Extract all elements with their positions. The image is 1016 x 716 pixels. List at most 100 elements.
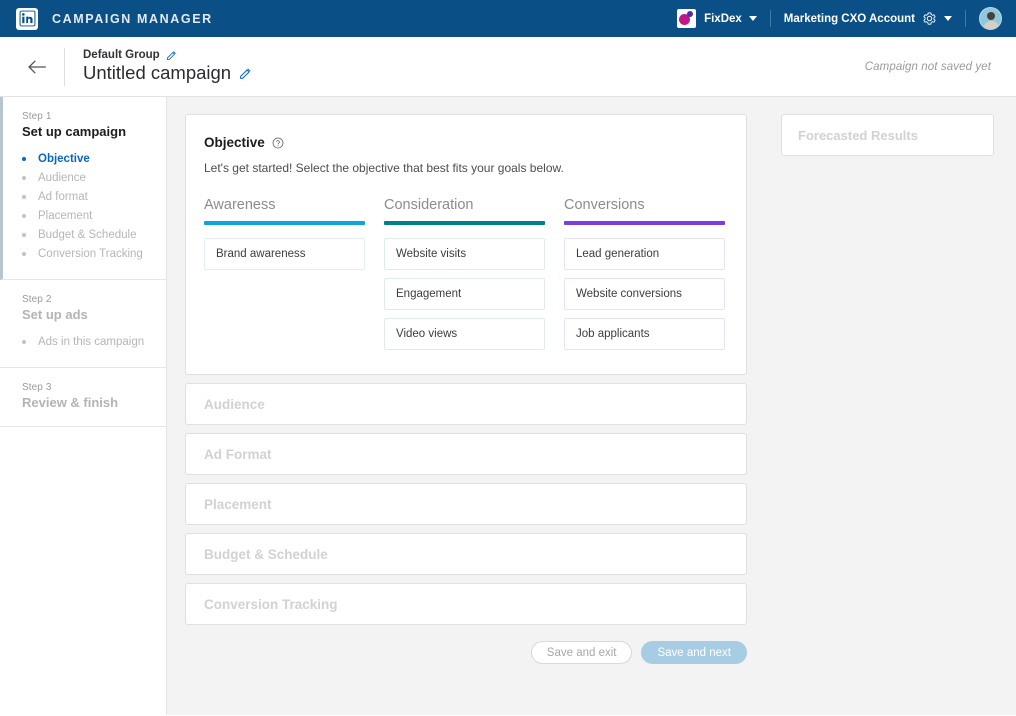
sidebar-item-objective[interactable]: Objective xyxy=(22,149,166,168)
sidebar-step-3[interactable]: Step 3 Review & finish xyxy=(0,368,166,427)
right-panel: Forecasted Results xyxy=(766,97,1016,715)
sidebar-item-label: Ads in this campaign xyxy=(38,335,145,348)
gear-icon[interactable] xyxy=(922,11,937,26)
title-block: Default Group Untitled campaign xyxy=(83,49,252,84)
objective-column-conversions: Conversions Lead generation Website conv… xyxy=(564,197,725,350)
main-content: Objective Let's get started! Select the … xyxy=(167,97,766,715)
column-accent-bar-conversions xyxy=(564,221,725,225)
objective-option-job-applicants[interactable]: Job applicants xyxy=(564,318,725,350)
step-2-title: Set up ads xyxy=(22,307,88,322)
save-and-exit-button[interactable]: Save and exit xyxy=(530,641,633,664)
sidebar-item-label: Budget & Schedule xyxy=(38,228,137,241)
group-edit-pencil-icon[interactable] xyxy=(166,50,177,61)
objective-column-awareness: Awareness Brand awareness xyxy=(204,197,365,350)
account-chevron-down-icon[interactable] xyxy=(944,16,952,21)
section-ad-format[interactable]: Ad Format xyxy=(185,433,747,475)
objective-option-lead-generation[interactable]: Lead generation xyxy=(564,238,725,270)
objective-title: Objective xyxy=(204,135,265,150)
action-buttons: Save and exit Save and next xyxy=(185,641,747,664)
column-title-consideration: Consideration xyxy=(384,197,474,213)
save-status-text: Campaign not saved yet xyxy=(864,60,991,73)
option-label: Website conversions xyxy=(576,288,682,300)
header-right-cluster: FixDex Marketing CXO Account xyxy=(677,0,1002,37)
sidebar-item-label: Ad format xyxy=(38,190,88,203)
sidebar-item-label: Conversion Tracking xyxy=(38,247,143,260)
forecasted-results-title: Forecasted Results xyxy=(798,127,918,143)
bullet-icon xyxy=(22,175,26,180)
option-label: Engagement xyxy=(396,288,462,300)
save-and-next-button[interactable]: Save and next xyxy=(641,641,747,664)
header-divider xyxy=(769,10,771,27)
objective-option-website-conversions[interactable]: Website conversions xyxy=(564,278,725,310)
section-conversion-tracking[interactable]: Conversion Tracking xyxy=(185,583,747,625)
objective-columns: Awareness Brand awareness Consideration … xyxy=(204,197,728,350)
brand-selector-label[interactable]: FixDex xyxy=(704,13,742,25)
chevron-down-icon[interactable] xyxy=(748,16,757,21)
column-title-conversions: Conversions xyxy=(564,197,645,213)
objective-column-consideration: Consideration Website visits Engagement … xyxy=(384,197,545,350)
objective-option-engagement[interactable]: Engagement xyxy=(384,278,545,310)
column-accent-bar-consideration xyxy=(384,221,545,225)
app-header: CAMPAIGN MANAGER FixDex Marketing CXO Ac… xyxy=(0,0,1016,37)
linkedin-logo-icon[interactable] xyxy=(16,7,38,30)
forecasted-results-panel[interactable]: Forecasted Results xyxy=(781,114,994,156)
help-circle-icon[interactable] xyxy=(272,137,284,149)
bullet-icon xyxy=(22,232,26,237)
option-label: Website visits xyxy=(396,248,467,260)
sidebar-item-budget-schedule[interactable]: Budget & Schedule xyxy=(22,225,166,244)
objective-option-brand-awareness[interactable]: Brand awareness xyxy=(204,238,365,270)
back-arrow-icon[interactable] xyxy=(20,50,54,84)
bullet-icon xyxy=(22,339,26,344)
sidebar-item-label: Objective xyxy=(38,152,90,165)
sidebar-item-conversion-tracking[interactable]: Conversion Tracking xyxy=(22,244,166,263)
sidebar-item-label: Audience xyxy=(38,171,86,184)
objective-option-website-visits[interactable]: Website visits xyxy=(384,238,545,270)
bullet-icon xyxy=(22,194,26,199)
sidebar-item-label: Placement xyxy=(38,209,93,222)
page-body: Step 1 Set up campaign Objective Audienc… xyxy=(0,97,1016,715)
section-title: Audience xyxy=(204,396,265,412)
title-divider xyxy=(64,47,65,86)
bullet-icon xyxy=(22,156,26,161)
sidebar-item-ad-format[interactable]: Ad format xyxy=(22,187,166,206)
sidebar-step-2[interactable]: Step 2 Set up ads Ads in this campaign xyxy=(0,280,166,368)
step-1-number: Step 1 xyxy=(22,111,52,122)
section-audience[interactable]: Audience xyxy=(185,383,747,425)
sidebar-item-placement[interactable]: Placement xyxy=(22,206,166,225)
bullet-icon xyxy=(22,213,26,218)
option-label: Brand awareness xyxy=(216,248,306,260)
objective-card: Objective Let's get started! Select the … xyxy=(185,114,747,375)
objective-header: Objective xyxy=(204,135,728,150)
campaign-group-row: Default Group xyxy=(83,49,252,61)
sidebar-item-ads-in-campaign[interactable]: Ads in this campaign xyxy=(22,332,166,351)
objective-option-video-views[interactable]: Video views xyxy=(384,318,545,350)
option-label: Video views xyxy=(396,328,458,340)
bullet-icon xyxy=(22,251,26,256)
account-selector-label[interactable]: Marketing CXO Account xyxy=(784,13,915,25)
campaign-edit-pencil-icon[interactable] xyxy=(239,67,252,80)
column-title-awareness: Awareness xyxy=(204,197,276,213)
campaign-name-row: Untitled campaign xyxy=(83,62,252,84)
product-name: CAMPAIGN MANAGER xyxy=(52,11,213,26)
fixdex-logo-icon[interactable] xyxy=(677,9,697,28)
section-budget-schedule[interactable]: Budget & Schedule xyxy=(185,533,747,575)
step-1-title: Set up campaign xyxy=(22,124,127,139)
section-title: Ad Format xyxy=(204,446,272,462)
option-label: Job applicants xyxy=(576,328,650,340)
steps-sidebar: Step 1 Set up campaign Objective Audienc… xyxy=(0,97,167,715)
sidebar-step-1[interactable]: Step 1 Set up campaign Objective Audienc… xyxy=(0,97,166,280)
step-3-title: Review & finish xyxy=(22,395,119,410)
campaign-title-bar: Default Group Untitled campaign Campaign… xyxy=(0,37,1016,97)
option-label: Lead generation xyxy=(576,248,660,260)
step-3-number: Step 3 xyxy=(22,382,52,393)
section-title: Conversion Tracking xyxy=(204,596,338,612)
campaign-group-name: Default Group xyxy=(83,49,160,61)
page-title: Untitled campaign xyxy=(83,62,232,83)
header-divider-2 xyxy=(965,10,966,27)
avatar[interactable] xyxy=(979,7,1002,30)
sidebar-item-audience[interactable]: Audience xyxy=(22,168,166,187)
section-placement[interactable]: Placement xyxy=(185,483,747,525)
section-title: Placement xyxy=(204,496,272,512)
step-2-number: Step 2 xyxy=(22,294,52,305)
column-accent-bar-awareness xyxy=(204,221,365,225)
